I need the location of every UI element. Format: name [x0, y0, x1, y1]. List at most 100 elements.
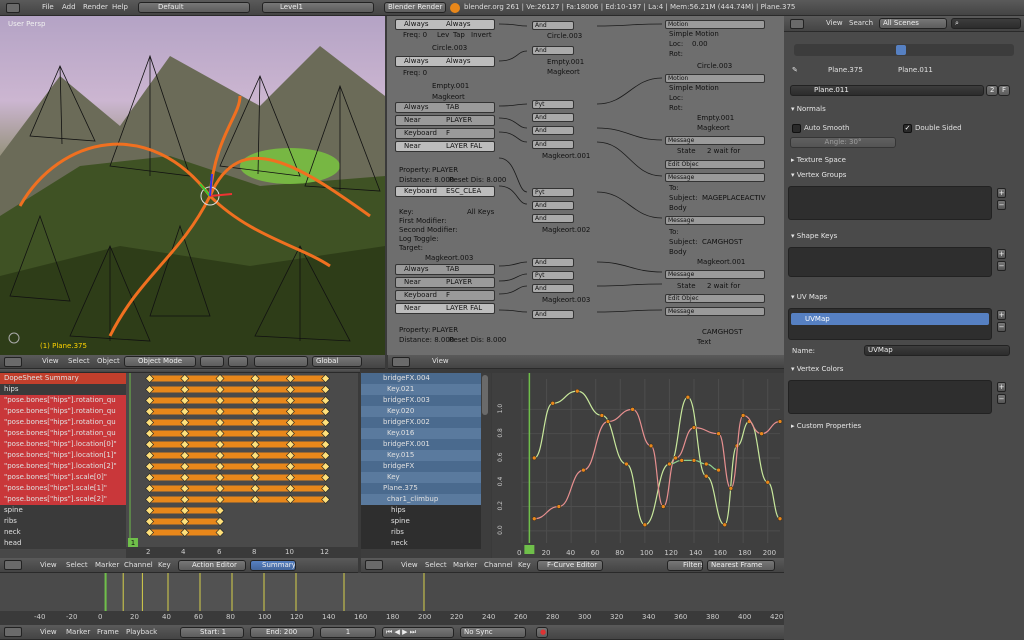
controller-brick[interactable]: And [532, 21, 574, 30]
dopesheet-editor[interactable]: DopeSheet Summary hips "pose.bones["hips… [0, 373, 358, 558]
shading-select[interactable] [200, 356, 224, 367]
graph-editor[interactable]: 0 20 40 60 80 100 120 140 160 180 200 0.0 0.2 0.4 0.6 0… [492, 373, 784, 558]
panel-shape-keys[interactable]: ▾ Shape Keys [791, 231, 837, 242]
editor-type-icon[interactable] [365, 560, 383, 570]
menu-marker[interactable]: Marker [66, 627, 90, 638]
sensor-brick[interactable]: Keyboard F [395, 290, 495, 301]
sensor-brick[interactable]: Near PLAYER [395, 277, 495, 288]
panel-texture-space[interactable]: ▸ Texture Space [791, 155, 846, 166]
menu-view[interactable]: View [432, 356, 449, 367]
panel-vertex-colors[interactable]: ▾ Vertex Colors [791, 364, 843, 375]
menu-help[interactable]: Help [112, 2, 128, 13]
actuator-brick[interactable]: Message [665, 270, 765, 279]
dopesheet-row[interactable]: "pose.bones["hips"].rotation_qu [0, 428, 126, 439]
graph-mode-select[interactable]: F-Curve Editor [537, 560, 603, 571]
dopesheet-row[interactable]: spine [0, 505, 126, 516]
controller-brick[interactable]: And [532, 284, 574, 293]
dopesheet-row[interactable]: hips [0, 384, 126, 395]
graph-channel[interactable]: Key.020 [361, 406, 481, 417]
pivot-select[interactable] [228, 356, 248, 367]
dopesheet-row[interactable]: "pose.bones["hips"].location[0]" [0, 439, 126, 450]
graph-channel[interactable]: spine [361, 516, 481, 527]
controller-brick[interactable]: And [532, 201, 574, 210]
controller-brick[interactable]: And [532, 258, 574, 267]
search-input[interactable]: ⌕ [951, 18, 1021, 29]
graph-channel[interactable]: Key.021 [361, 384, 481, 395]
add-button[interactable]: + [997, 382, 1006, 392]
controller-brick[interactable]: And [532, 46, 574, 55]
data-tab-icon[interactable] [896, 45, 906, 55]
actuator-brick[interactable]: Message [665, 216, 765, 225]
menu-select[interactable]: Select [68, 356, 90, 367]
menu-playback[interactable]: Playback [126, 627, 157, 638]
actuator-brick[interactable]: Edit Objec [665, 294, 765, 303]
pin-icon[interactable]: ✎ [792, 66, 798, 75]
menu-view[interactable]: View [401, 560, 418, 571]
logic-editor[interactable]: Always Always Freq: 0 Lev Tap Invert Circ… [387, 16, 784, 355]
actuator-brick[interactable]: Message [665, 307, 765, 316]
graph-channel[interactable]: bridgeFX.003 [361, 395, 481, 406]
sensor-brick[interactable]: Always TAB [395, 264, 495, 275]
menu-object[interactable]: Object [97, 356, 120, 367]
dopesheet-row[interactable]: DopeSheet Summary [0, 373, 126, 384]
sensor-brick[interactable]: Keyboard F [395, 128, 495, 139]
timeline-editor[interactable]: -40 -20 0 20 40 60 80 100 120 140 160 180 200 220 240 2… [0, 573, 784, 625]
menu-render[interactable]: Render [83, 2, 108, 13]
controller-brick[interactable]: And [532, 214, 574, 223]
scene-select[interactable]: Level1 [262, 2, 374, 13]
vertex-groups-list[interactable] [788, 186, 992, 220]
editor-type-icon[interactable] [6, 3, 20, 13]
dopesheet-row[interactable]: "pose.bones["hips"].scale[1]" [0, 483, 126, 494]
graph-channel[interactable]: hips [361, 505, 481, 516]
sensor-brick[interactable]: Keyboard ESC_CLEA [395, 186, 495, 197]
dopesheet-row[interactable]: "pose.bones["hips"].scale[0]" [0, 472, 126, 483]
menu-view[interactable]: View [40, 560, 57, 571]
graph-channel[interactable]: Plane.375 [361, 483, 481, 494]
menu-add[interactable]: Add [62, 2, 76, 13]
angle-field[interactable]: Angle: 30° [790, 137, 896, 148]
double-sided-checkbox[interactable]: ✓ [903, 124, 912, 133]
vertex-colors-list[interactable] [788, 380, 992, 414]
graph-channel[interactable]: char1_climbup [361, 494, 481, 505]
dopesheet-row[interactable]: ribs [0, 516, 126, 527]
playback-controls[interactable]: ⏮ ◀ ▶ ⏭ [382, 627, 454, 638]
add-button[interactable]: + [997, 310, 1006, 320]
menu-channel[interactable]: Channel [484, 560, 513, 571]
menu-select[interactable]: Select [66, 560, 88, 571]
filters-toggle[interactable]: Filters [667, 560, 703, 571]
dopesheet-row[interactable]: head [0, 538, 126, 549]
menu-view[interactable]: View [826, 18, 843, 29]
editor-type-icon[interactable] [4, 560, 22, 570]
channel-scrollbar[interactable] [482, 375, 488, 415]
controller-brick[interactable]: Pyt [532, 188, 574, 197]
dopesheet-row[interactable]: "pose.bones["hips"].rotation_qu [0, 406, 126, 417]
controller-brick[interactable]: Pyt [532, 271, 574, 280]
editor-type-icon[interactable] [4, 627, 22, 637]
dopesheet-row[interactable]: "pose.bones["hips"].location[1]" [0, 450, 126, 461]
panel-vertex-groups[interactable]: ▾ Vertex Groups [791, 170, 846, 181]
editor-type-icon[interactable] [790, 19, 804, 29]
dopesheet-row[interactable]: "pose.bones["hips"].scale[2]" [0, 494, 126, 505]
dopesheet-row[interactable]: "pose.bones["hips"].location[2]" [0, 461, 126, 472]
mode-select[interactable]: Object Mode [124, 356, 196, 367]
graph-channel[interactable]: bridgeFX.002 [361, 417, 481, 428]
mesh-datablock-field[interactable]: Plane.011 [790, 85, 984, 96]
controller-brick[interactable]: And [532, 126, 574, 135]
sensor-brick[interactable]: Always TAB [395, 102, 495, 113]
editor-mode-select[interactable]: Action Editor [178, 560, 246, 571]
actuator-brick[interactable]: Message [665, 136, 765, 145]
actuator-brick[interactable]: Edit Objec [665, 160, 765, 169]
sync-select[interactable]: No Sync [460, 627, 526, 638]
sensor-brick[interactable]: Near LAYER FAL [395, 141, 495, 152]
graph-channel-list[interactable]: bridgeFX.004 Key.021 bridgeFX.003 Key.02… [361, 373, 491, 558]
controller-brick[interactable]: Pyt [532, 100, 574, 109]
graph-channel[interactable]: neck [361, 538, 481, 549]
uv-map-item[interactable]: UVMap [791, 313, 989, 325]
remove-button[interactable]: − [997, 261, 1006, 271]
manipulator-toggles[interactable] [254, 356, 308, 367]
actuator-brick[interactable]: Motion [665, 20, 765, 29]
fake-user-toggle[interactable]: F [998, 85, 1010, 96]
3d-viewport[interactable]: User Persp (1) Plane.375 [0, 16, 385, 355]
graph-channel[interactable]: Key.016 [361, 428, 481, 439]
editor-type-icon[interactable] [4, 357, 22, 367]
